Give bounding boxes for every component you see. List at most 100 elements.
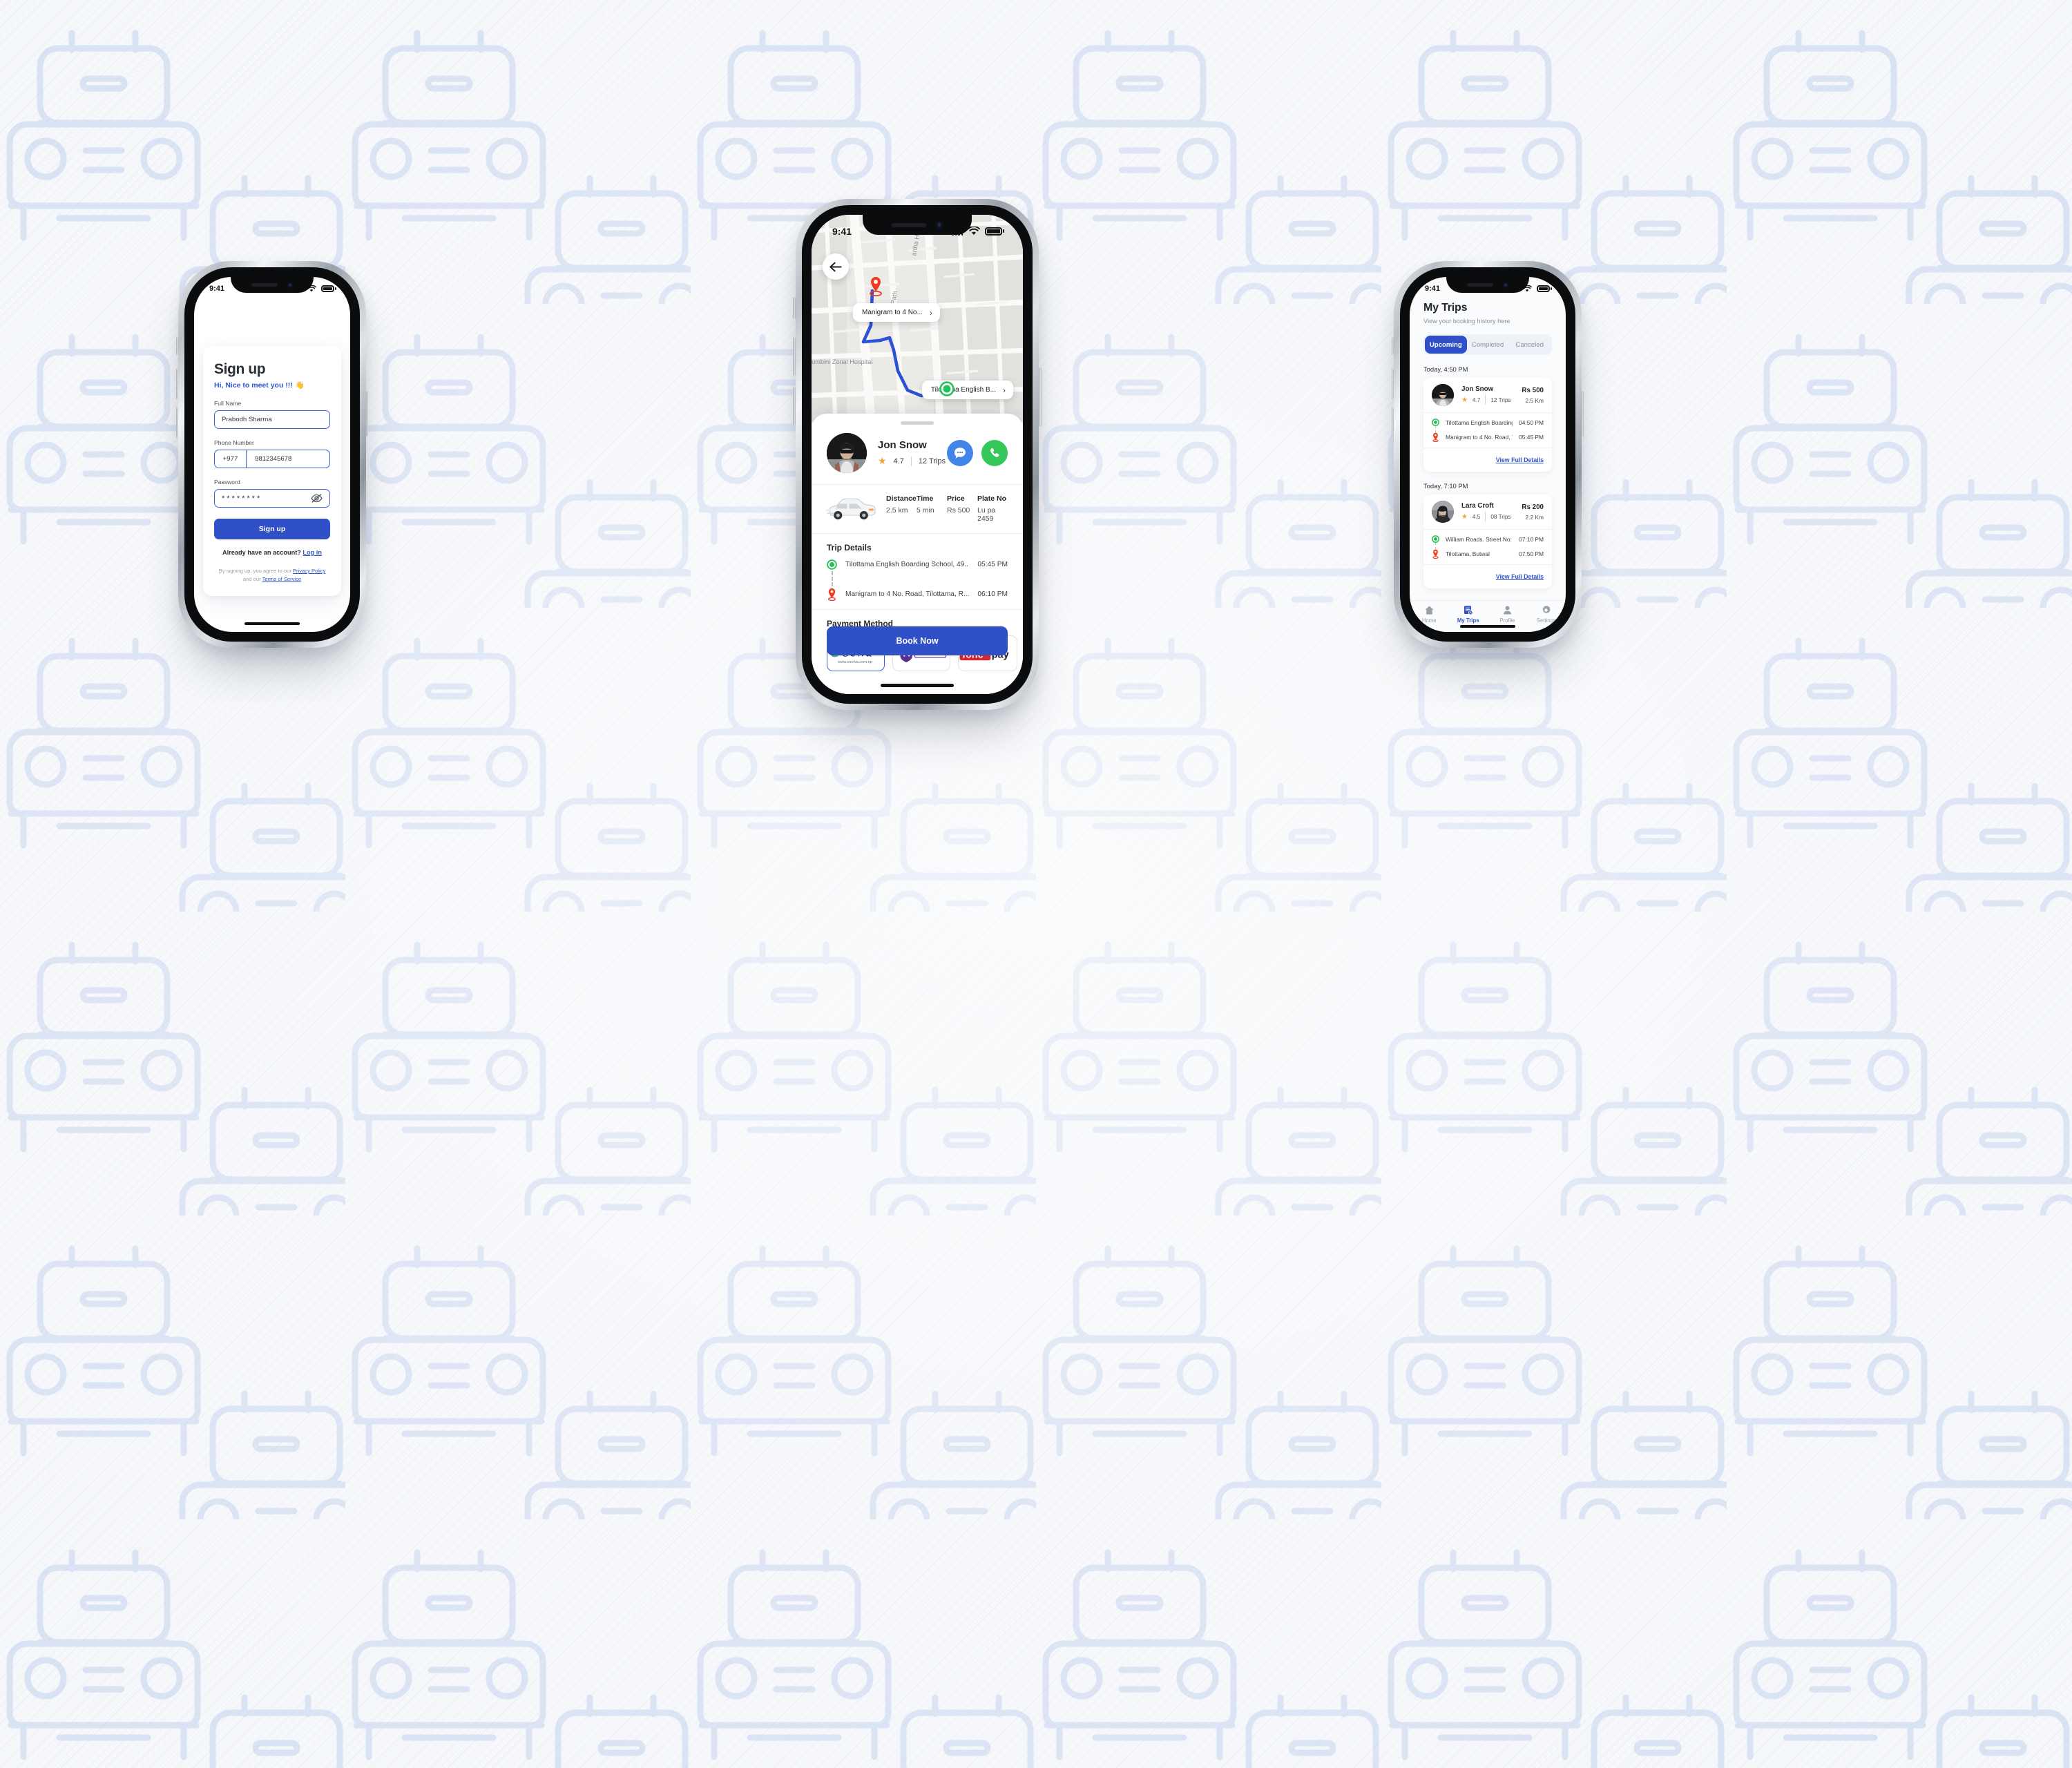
car-image <box>826 498 876 520</box>
home-indicator[interactable] <box>244 622 300 625</box>
mute-switch[interactable] <box>176 337 178 355</box>
legal-text: By signing up, you agree to our Privacy … <box>214 567 330 584</box>
driver-trip-count: 12 Trips <box>1490 396 1511 403</box>
signup-submit-button[interactable]: Sign up <box>214 519 330 539</box>
origin-chip[interactable]: Tilottama English B... › <box>921 381 1013 399</box>
login-prompt: Already have an account? Log in <box>214 549 330 556</box>
driver-name: Jon Snow <box>878 439 927 451</box>
pickup-time: 05:45 PM <box>977 561 1008 568</box>
driver-name: Lara Croft <box>1461 502 1494 510</box>
dropoff-time: 06:10 PM <box>977 590 1008 598</box>
tab-settings[interactable]: Settings <box>1527 605 1566 624</box>
login-link[interactable]: Log in <box>303 549 322 556</box>
dropoff-pin-icon <box>1432 432 1439 442</box>
trip-leg-pickup: William Roads. Street No: 51 07:10 PM <box>1432 535 1544 543</box>
trip-card[interactable]: Jon Snow ★ 4.7 12 Trips Rs 500 2.5 Km Ti… <box>1423 378 1552 472</box>
home-indicator[interactable] <box>881 684 954 687</box>
battery-icon <box>1537 285 1550 292</box>
pickup-circle-icon <box>827 559 837 570</box>
password-label: Password <box>214 479 240 486</box>
vehicle-summary: Distance 2.5 km Time 5 min Price Rs 500 <box>812 485 1023 533</box>
privacy-policy-link[interactable]: Privacy Policy <box>293 568 325 574</box>
trip-distance: 2.2 Km <box>1525 513 1544 521</box>
volume-up-button[interactable] <box>176 369 178 399</box>
earpiece-speaker <box>251 283 278 287</box>
chevron-right-icon: › <box>929 307 932 318</box>
front-camera <box>936 221 943 229</box>
front-camera <box>1503 282 1508 288</box>
power-button[interactable] <box>1582 391 1584 436</box>
phone-number-input[interactable]: +977 9812345678 <box>214 450 330 468</box>
full-name-label: Full Name <box>214 400 242 407</box>
login-prompt-text: Already have an account? <box>222 549 303 556</box>
call-button[interactable] <box>981 440 1008 466</box>
password-value: ******** <box>222 494 262 503</box>
tab-my-trips[interactable]: My Trips <box>1449 605 1488 624</box>
map-view[interactable]: artha Hwy Jyoti Path Lumbini Zonal Hospi… <box>812 215 1023 422</box>
pickup-circle-icon <box>1432 419 1439 426</box>
trips-document-icon <box>1464 606 1473 615</box>
volume-down-button[interactable] <box>1392 407 1394 438</box>
tab-upcoming[interactable]: Upcoming <box>1425 336 1467 354</box>
tab-home[interactable]: Home <box>1410 605 1449 624</box>
driver-rating: 4.7 <box>893 457 904 465</box>
volume-up-button[interactable] <box>1392 369 1394 399</box>
dropoff-pin-icon <box>1432 549 1439 559</box>
front-camera <box>287 282 293 288</box>
spec-distance: Distance 2.5 km <box>886 494 917 515</box>
driver-trip-count: 08 Trips <box>1490 513 1511 520</box>
chat-button[interactable] <box>947 440 973 466</box>
divider <box>1485 395 1486 405</box>
password-input[interactable]: ******** <box>214 489 330 508</box>
trip-card[interactable]: Lara Croft ★ 4.5 08 Trips Rs 200 2.2 Km <box>1423 494 1552 588</box>
country-code-select[interactable]: +977 <box>215 450 247 468</box>
back-button[interactable] <box>823 253 849 280</box>
volume-up-button[interactable] <box>793 337 796 376</box>
tab-canceled[interactable]: Canceled <box>1508 336 1551 354</box>
leg-connector <box>832 571 833 586</box>
mute-switch[interactable] <box>793 297 796 319</box>
my-trips-screen: 9:41 My Trips View your booking history … <box>1410 277 1566 632</box>
trips-filter-tabs: Upcoming Completed Canceled <box>1423 334 1552 355</box>
full-name-value: Prabodh Sharma <box>222 416 272 423</box>
dropoff-address: Manigram to 4 No. Road, Tilottama, R... <box>845 590 970 598</box>
home-indicator[interactable] <box>1460 625 1515 628</box>
origin-dot-icon <box>939 381 955 396</box>
dropoff-address: Manigram to 4 No. Road, T... <box>1446 434 1513 441</box>
svg-text:www.esewa.com.np: www.esewa.com.np <box>837 660 872 664</box>
driver-trip-count: 12 Trips <box>918 457 946 465</box>
leg-connector <box>1435 426 1436 432</box>
volume-down-button[interactable] <box>793 387 796 425</box>
power-button[interactable] <box>1039 367 1042 427</box>
star-icon: ★ <box>1461 396 1468 404</box>
trip-price: Rs 500 <box>1522 386 1544 394</box>
view-full-details-link[interactable]: View Full Details <box>1496 573 1544 580</box>
battery-icon <box>321 285 334 292</box>
dropoff-time: 05:45 PM <box>1519 434 1544 441</box>
status-time: 9:41 <box>1425 285 1441 293</box>
view-full-details-link[interactable]: View Full Details <box>1496 457 1544 463</box>
status-time: 9:41 <box>209 285 225 293</box>
phone-trip-detail: artha Hwy Jyoti Path Lumbini Zonal Hospi… <box>793 199 1042 710</box>
leg-connector <box>1435 543 1436 549</box>
dropoff-pin-icon <box>827 588 836 601</box>
full-name-input[interactable]: Prabodh Sharma <box>214 410 330 429</box>
pickup-time: 07:10 PM <box>1519 535 1544 543</box>
terms-of-service-link[interactable]: Terms of Service <box>262 576 302 582</box>
trip-leg-pickup: Tilottama English Boarding... 04:50 PM <box>1432 419 1544 426</box>
mute-switch[interactable] <box>1392 337 1394 355</box>
book-now-button[interactable]: Book Now <box>827 626 1008 655</box>
status-time: 9:41 <box>832 225 852 237</box>
person-icon <box>1503 606 1511 615</box>
driver-rating: 4.7 <box>1472 396 1481 403</box>
eye-off-icon[interactable] <box>311 494 323 503</box>
trip-leg-dropoff: Manigram to 4 No. Road, Tilottama, R... … <box>827 588 1008 601</box>
page-subtitle: Hi, Nice to meet you !!! 👋 <box>214 381 330 390</box>
tab-profile[interactable]: Profile <box>1488 605 1527 624</box>
tab-completed[interactable]: Completed <box>1467 336 1509 354</box>
destination-chip[interactable]: Manigram to 4 No... › <box>853 303 940 322</box>
phone-number-value: 9812345678 <box>255 455 292 463</box>
power-button[interactable] <box>366 391 368 436</box>
home-icon <box>1425 606 1434 615</box>
volume-down-button[interactable] <box>176 407 178 438</box>
